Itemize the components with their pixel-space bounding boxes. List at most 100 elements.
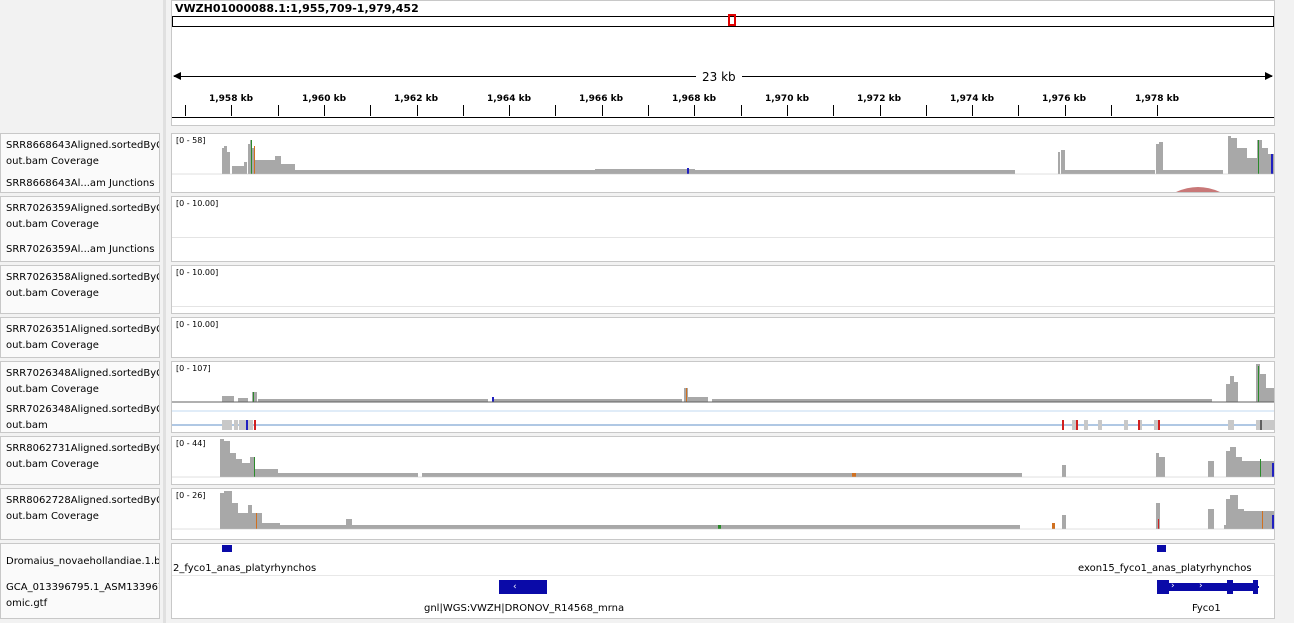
ruler-tick — [972, 105, 973, 116]
track-data-srr7026358[interactable]: [0 - 10.00] — [171, 265, 1275, 314]
track-name-srr7026348[interactable]: SRR7026348Aligned.sortedByCo out.bam Cov… — [0, 361, 160, 433]
ruler-tick — [787, 105, 788, 116]
panel-divider[interactable] — [163, 0, 166, 623]
junction-track-name: SRR7026359Al...am Junctions — [6, 244, 155, 255]
track-name-srr7026358[interactable]: SRR7026358Aligned.sortedByCo out.bam Cov… — [0, 265, 160, 314]
feature-track-names[interactable]: Dromaius_novaehollandiae.1.bed GCA_01339… — [0, 543, 160, 619]
span-arrow-left-icon — [173, 72, 181, 80]
current-region-box — [728, 14, 736, 26]
ruler-tick-label: 1,960 kb — [301, 94, 347, 104]
track-name-line: out.bam Coverage — [6, 384, 99, 395]
gtf-feature-label: Fyco1 — [1192, 603, 1221, 614]
junction-track-name: SRR8668643Al...am Junctions — [6, 178, 155, 189]
track-data-srr7026348[interactable]: [0 - 107] — [171, 361, 1275, 433]
data-range: [0 - 10.00] — [176, 199, 219, 208]
alignment-track-name: SRR7026348Aligned.sortedByCo — [6, 404, 160, 415]
ruler-tick — [1157, 105, 1158, 116]
coverage-plot — [172, 439, 1274, 478]
track-baseline — [172, 237, 1274, 238]
chromosome-ideogram[interactable] — [172, 16, 1274, 27]
track-name-line: out.bam Coverage — [6, 156, 99, 167]
gtf-feature-left[interactable]: ‹ — [499, 580, 547, 594]
span-arrow-right-icon — [1265, 72, 1273, 80]
coverage-plot — [172, 491, 1274, 530]
data-range: [0 - 10.00] — [176, 268, 219, 277]
ruler-tick-label: 1,968 kb — [671, 94, 717, 104]
gtf-exon[interactable] — [1253, 580, 1258, 594]
track-data-srr7026359[interactable]: [0 - 10.00] — [171, 196, 1275, 262]
locus-label: VWZH01000088.1:1,955,709-1,979,452 — [175, 2, 419, 15]
ruler-tick — [833, 105, 834, 116]
coverage-and-alignments-plot — [172, 364, 1274, 430]
alignment-track-name: out.bam — [6, 420, 48, 431]
gtf-exon[interactable] — [1157, 580, 1169, 594]
ruler-tick — [648, 105, 649, 116]
track-name-srr7026359[interactable]: SRR7026359Aligned.sortedByCo out.bam Cov… — [0, 196, 160, 262]
ruler-tick — [1065, 105, 1066, 116]
ruler-tick — [1018, 105, 1019, 116]
ruler-tick — [926, 105, 927, 116]
ruler-tick-label: 1,966 kb — [578, 94, 624, 104]
ruler-panel: VWZH01000088.1:1,955,709-1,979,452 23 kb… — [171, 0, 1275, 126]
ruler-tick — [1111, 105, 1112, 116]
ruler-tick-label: 1,962 kb — [393, 94, 439, 104]
track-data-srr8062728[interactable]: [0 - 26] — [171, 488, 1275, 540]
ruler-tick — [602, 105, 603, 116]
ruler-tick — [509, 105, 510, 116]
track-data-srr8668643[interactable]: [0 - 58] — [171, 133, 1275, 193]
feature-track-data[interactable]: 2_fyco1_anas_platyrhynchos exon15_fyco1_… — [171, 543, 1275, 619]
ruler-tick — [370, 105, 371, 116]
span-label: 23 kb — [696, 70, 742, 84]
ruler-tick — [324, 105, 325, 116]
ruler-tick — [555, 105, 556, 116]
track-name-line: out.bam Coverage — [6, 459, 99, 470]
strand-arrow-right-icon: › — [1171, 581, 1175, 591]
strand-arrow-right-icon: › — [1199, 581, 1203, 591]
gtf-track-name: GCA_013396795.1_ASM1339679v — [6, 582, 160, 593]
track-name-line: SRR7026351Aligned.sortedByCo — [6, 324, 160, 335]
ruler-tick — [880, 105, 881, 116]
name-panel-header — [0, 0, 160, 126]
ruler-tick — [417, 105, 418, 116]
gtf-exon[interactable]: › › — [1169, 581, 1227, 591]
splice-junction-arc — [1176, 187, 1220, 192]
ruler-tick-label: 1,978 kb — [1134, 94, 1180, 104]
gtf-exon[interactable] — [1233, 583, 1253, 591]
track-name-srr8062731[interactable]: SRR8062731Aligned.sortedByCo out.bam Cov… — [0, 436, 160, 485]
gtf-feature-label: gnl|WGS:VWZH|DRONOV_R14568_mrna — [424, 603, 625, 614]
ruler-tick — [463, 105, 464, 116]
track-data-srr8062731[interactable]: [0 - 44] — [171, 436, 1275, 485]
ruler-tick-label: 1,964 kb — [486, 94, 532, 104]
ruler-tick-label: 1,976 kb — [1041, 94, 1087, 104]
track-name-srr8062728[interactable]: SRR8062728Aligned.sortedByCo out.bam Cov… — [0, 488, 160, 540]
ruler-tick-label: 1,972 kb — [856, 94, 902, 104]
ruler-tick-label: 1,970 kb — [764, 94, 810, 104]
coverage-plot — [172, 136, 1274, 192]
ruler-axis — [172, 117, 1274, 118]
bed-feature-label: 2_fyco1_anas_platyrhynchos — [173, 563, 317, 574]
track-data-srr7026351[interactable]: [0 - 10.00] — [171, 317, 1275, 358]
ruler-tick — [185, 105, 186, 116]
track-name-line: SRR8062728Aligned.sortedByCo — [6, 495, 160, 506]
track-name-line: out.bam Coverage — [6, 511, 99, 522]
track-baseline — [172, 306, 1274, 307]
track-name-srr7026351[interactable]: SRR7026351Aligned.sortedByCo out.bam Cov… — [0, 317, 160, 358]
track-name-line: SRR7026359Aligned.sortedByCo — [6, 203, 160, 214]
data-range: [0 - 10.00] — [176, 320, 219, 329]
track-name-line: SRR7026348Aligned.sortedByCo — [6, 368, 160, 379]
track-name-line: SRR8668643Aligned.sortedByCo — [6, 140, 160, 151]
gtf-track-name: omic.gtf — [6, 598, 48, 609]
ruler-tick — [694, 105, 695, 116]
bed-feature-left[interactable] — [222, 545, 232, 552]
feature-separator — [172, 575, 1274, 576]
track-name-line: SRR7026358Aligned.sortedByCo — [6, 272, 160, 283]
track-name-line: out.bam Coverage — [6, 219, 99, 230]
track-name-srr8668643[interactable]: SRR8668643Aligned.sortedByCo out.bam Cov… — [0, 133, 160, 193]
bed-track-name: Dromaius_novaehollandiae.1.bed — [6, 556, 160, 567]
track-name-line: out.bam Coverage — [6, 340, 99, 351]
track-name-line: out.bam Coverage — [6, 288, 99, 299]
ruler-tick — [741, 105, 742, 116]
strand-arrow-left-icon: ‹ — [513, 582, 517, 592]
ruler-tick-label: 1,974 kb — [949, 94, 995, 104]
bed-feature-right[interactable] — [1157, 545, 1166, 552]
